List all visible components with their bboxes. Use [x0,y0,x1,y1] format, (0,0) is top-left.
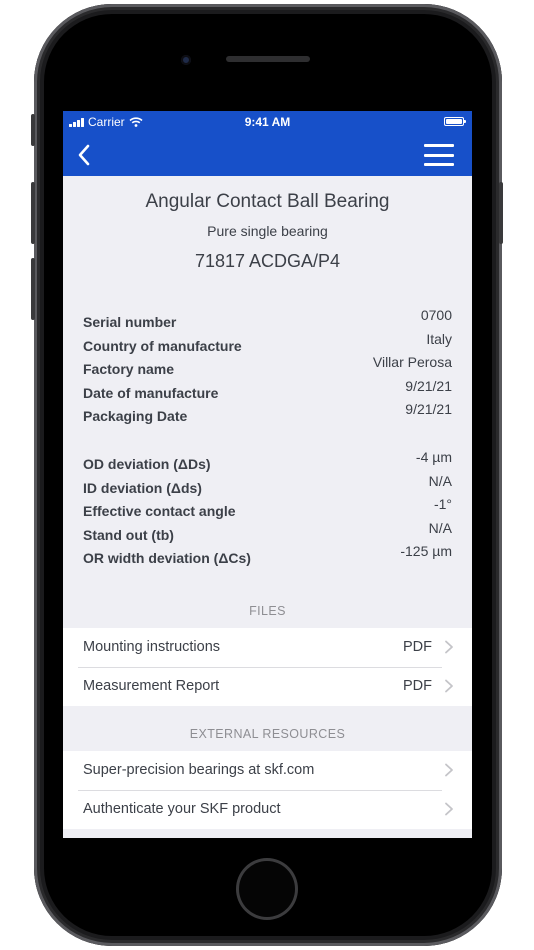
measurement-row: OD deviation (ΔDs) -4 µm [83,449,452,473]
measurement-value: -1° [433,496,452,513]
nav-bar [63,133,472,176]
product-header: Angular Contact Ball Bearing Pure single… [63,176,472,272]
chevron-right-icon [445,764,453,777]
measurement-row: Stand out (tb) N/A [83,520,452,544]
measurement-value: -4 µm [415,448,452,465]
volume-up-button [31,182,35,244]
product-specs: Serial number 0700 Country of manufacture… [63,307,472,567]
external-resources-list: Super-precision bearings at skf.com Auth… [63,750,472,829]
detail-label: Country of manufacture [83,337,242,354]
home-button[interactable] [236,858,298,920]
measurement-value: N/A [428,472,452,489]
measurement-value: N/A [428,519,452,536]
chevron-right-icon [445,803,453,816]
detail-label: Factory name [83,361,175,378]
chevron-right-icon [445,641,453,654]
file-type-badge: PDF [403,639,432,656]
app-screen: Carrier 9:41 AM Angular Contact Ball Bea… [63,111,472,838]
status-time: 9:41 AM [244,115,291,129]
detail-row: Packaging Date 9/21/21 [83,401,452,425]
volume-down-button [31,258,35,320]
files-list: Mounting instructions PDF Measurement Re… [63,627,472,706]
detail-label: Packaging Date [83,408,188,425]
measurement-label: Effective contact angle [83,503,236,520]
hamburger-menu-icon[interactable] [424,144,454,166]
file-item-mounting-instructions[interactable]: Mounting instructions PDF [63,628,472,667]
power-button [499,182,503,244]
detail-row: Serial number 0700 [83,307,452,331]
list-item-label: Measurement Report [83,678,220,695]
chevron-left-icon[interactable] [73,143,99,167]
files-section-header: FILES [249,603,286,618]
measurement-value: -125 µm [400,543,452,560]
detail-value: 9/21/21 [405,401,452,418]
link-item-authenticate-product[interactable]: Authenticate your SKF product [63,789,472,829]
detail-label: Serial number [83,314,177,330]
measurement-row: Effective contact angle -1° [83,496,452,520]
detail-label: Date of manufacture [83,384,219,401]
measurement-label: Stand out (tb) [83,526,174,543]
product-subtitle: Pure single bearing [207,223,328,239]
measurement-row: ID deviation (Δds) N/A [83,473,452,497]
status-bar: Carrier 9:41 AM [63,111,472,133]
detail-value: Villar Perosa [372,354,452,371]
measurement-label: OR width deviation (ΔCs) [83,550,251,567]
link-item-skf-bearings[interactable]: Super-precision bearings at skf.com [63,751,472,790]
detail-row: Factory name Villar Perosa [83,354,452,378]
detail-value: Italy [426,330,452,347]
details-group: Serial number 0700 Country of manufacture… [83,307,452,425]
battery-icon [444,117,466,126]
detail-row: Country of manufacture Italy [83,331,452,355]
product-code: 71817 ACDGA/P4 [194,251,341,271]
file-type-badge: PDF [403,678,432,695]
measurement-label: OD deviation (ΔDs) [83,455,211,472]
external-resources-section-header: EXTERNAL RESOURCES [189,726,346,741]
list-item-label: Mounting instructions [83,639,221,656]
measurement-row: OR width deviation (ΔCs) -125 µm [83,543,452,567]
detail-row: Date of manufacture 9/21/21 [83,378,452,402]
product-title: Angular Contact Ball Bearing [145,191,390,212]
mute-switch [31,114,35,146]
list-item-label: Super-precision bearings at skf.com [83,762,315,779]
earpiece-speaker [226,56,310,62]
measurements-group: OD deviation (ΔDs) -4 µm ID deviation (Δd… [83,449,452,567]
chevron-right-icon [445,680,453,693]
list-item-label: Authenticate your SKF product [83,801,281,818]
front-camera [181,55,191,65]
detail-value: 0700 [420,307,452,323]
detail-value: 9/21/21 [405,377,452,394]
file-item-measurement-report[interactable]: Measurement Report PDF [63,666,472,706]
measurement-label: ID deviation (Δds) [83,479,202,496]
